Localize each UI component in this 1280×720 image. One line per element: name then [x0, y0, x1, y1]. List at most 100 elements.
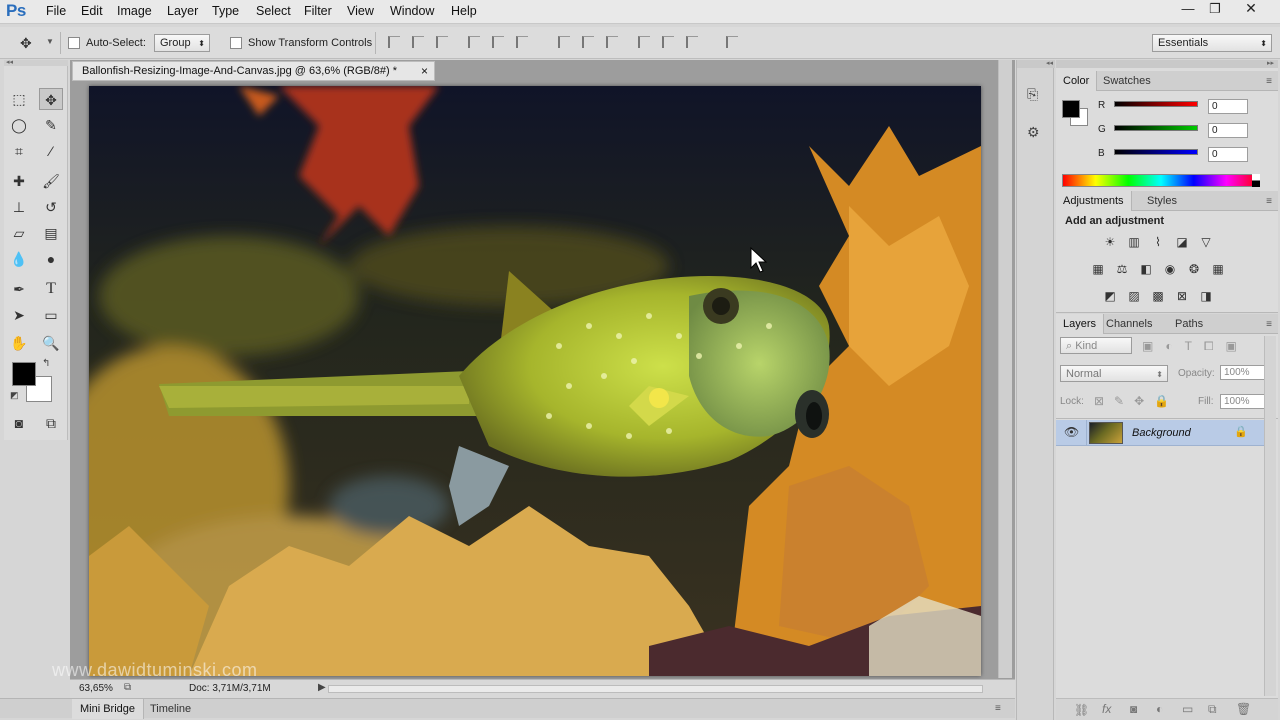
brush-tool-icon[interactable]: 🖌: [39, 170, 63, 192]
selective-color-icon[interactable]: ⊠: [1174, 289, 1190, 303]
tab-color[interactable]: Color: [1056, 71, 1098, 91]
tab-timeline[interactable]: Timeline: [142, 699, 199, 719]
distribute-top-icon[interactable]: [558, 36, 570, 48]
rectangular-marquee-tool-icon[interactable]: ⬚: [7, 88, 31, 110]
type-tool-icon[interactable]: T: [39, 278, 63, 300]
swap-colors-icon[interactable]: ↰: [42, 358, 50, 369]
menu-window[interactable]: Window: [390, 4, 434, 18]
properties-panel-icon[interactable]: ⚙: [1027, 124, 1040, 141]
auto-select-dropdown[interactable]: Group ⬍: [154, 34, 210, 52]
tab-channels[interactable]: Channels: [1099, 314, 1159, 334]
pen-tool-icon[interactable]: ✒: [7, 278, 31, 300]
threshold-icon[interactable]: ▩: [1150, 289, 1166, 303]
menu-view[interactable]: View: [347, 4, 374, 18]
fill-input[interactable]: 100%: [1220, 394, 1268, 409]
blur-tool-icon[interactable]: 💧: [7, 248, 31, 270]
g-slider[interactable]: [1114, 125, 1198, 131]
minimize-button[interactable]: —: [1175, 0, 1201, 18]
panel-menu-icon[interactable]: ≡: [1266, 319, 1272, 330]
tab-styles[interactable]: Styles: [1140, 191, 1184, 211]
menu-type[interactable]: Type: [212, 4, 239, 18]
menu-image[interactable]: Image: [117, 4, 152, 18]
collapse-arrows-icon[interactable]: ◂◂: [1017, 60, 1055, 68]
adjustment-layer-icon[interactable]: ◐: [1156, 702, 1163, 716]
layers-scrollbar[interactable]: [1264, 336, 1276, 696]
blend-mode-dropdown[interactable]: Normal ⬍: [1060, 365, 1168, 382]
close-button[interactable]: ✕: [1238, 0, 1264, 18]
align-bottom-icon[interactable]: [436, 36, 448, 48]
status-menu-arrow-icon[interactable]: ▶: [318, 682, 326, 693]
healing-brush-tool-icon[interactable]: ✚: [7, 170, 31, 192]
black-white-icon[interactable]: ◧: [1138, 262, 1154, 276]
screen-mode-icon[interactable]: ⧉: [39, 412, 63, 434]
hand-tool-icon[interactable]: ✋: [7, 332, 31, 354]
foreground-color-swatch[interactable]: [1062, 100, 1080, 118]
fx-icon[interactable]: fx: [1102, 702, 1111, 716]
distribute-left-icon[interactable]: [638, 36, 650, 48]
link-layers-icon[interactable]: ⛓: [1074, 703, 1089, 717]
clone-stamp-tool-icon[interactable]: ⊥: [7, 196, 31, 218]
tab-paths[interactable]: Paths: [1168, 314, 1210, 334]
tab-layers[interactable]: Layers: [1056, 314, 1105, 334]
eraser-tool-icon[interactable]: ▱: [7, 222, 31, 244]
distribute-right-icon[interactable]: [686, 36, 698, 48]
photo-filter-icon[interactable]: ◉: [1162, 262, 1178, 276]
quick-selection-tool-icon[interactable]: ✎: [39, 114, 63, 136]
trash-icon[interactable]: 🗑: [1236, 702, 1251, 716]
move-tool-preset-icon[interactable]: ✥: [20, 35, 32, 52]
auto-select-checkbox[interactable]: [68, 37, 80, 49]
curves-icon[interactable]: ⌇: [1150, 235, 1166, 249]
menu-help[interactable]: Help: [451, 4, 477, 18]
exposure-icon[interactable]: ◪: [1174, 235, 1190, 249]
tab-swatches[interactable]: Swatches: [1096, 71, 1158, 91]
move-tool-icon[interactable]: ✥: [39, 88, 63, 110]
eyedropper-tool-icon[interactable]: ⁄: [39, 140, 63, 162]
align-right-icon[interactable]: [516, 36, 528, 48]
b-slider[interactable]: [1114, 149, 1198, 155]
color-spectrum[interactable]: [1062, 174, 1260, 187]
zoom-level[interactable]: 63,65%: [79, 683, 113, 694]
eye-visibility-icon[interactable]: 👁: [1064, 425, 1079, 439]
new-group-icon[interactable]: ▭: [1182, 702, 1193, 716]
close-document-icon[interactable]: ×: [421, 62, 428, 80]
panel-menu-icon[interactable]: ≡: [1266, 196, 1272, 207]
invert-icon[interactable]: ◩: [1102, 289, 1118, 303]
menu-filter[interactable]: Filter: [304, 4, 332, 18]
align-left-icon[interactable]: [468, 36, 480, 48]
layer-name[interactable]: Background: [1132, 427, 1191, 439]
default-colors-icon[interactable]: ◩: [10, 390, 19, 401]
panel-menu-icon[interactable]: ≡: [1266, 76, 1272, 87]
lasso-tool-icon[interactable]: ◯: [7, 114, 31, 136]
distribute-vcenter-icon[interactable]: [582, 36, 594, 48]
lock-icons[interactable]: ⊠✎✥🔒: [1094, 394, 1179, 408]
document-image[interactable]: [89, 86, 981, 676]
restore-button[interactable]: ❐: [1202, 0, 1228, 18]
horizontal-scrollbar[interactable]: [328, 685, 983, 693]
history-panel-icon[interactable]: ⎘: [1027, 86, 1038, 103]
history-brush-tool-icon[interactable]: ↺: [39, 196, 63, 218]
align-vcenter-icon[interactable]: [412, 36, 424, 48]
vertical-scrollbar[interactable]: [998, 60, 1012, 678]
foreground-color-swatch[interactable]: [12, 362, 36, 386]
dodge-tool-icon[interactable]: ●: [39, 248, 63, 270]
tab-mini-bridge[interactable]: Mini Bridge: [72, 699, 145, 719]
chevron-down-icon[interactable]: ▼: [46, 37, 54, 46]
color-balance-icon[interactable]: ⚖: [1114, 262, 1130, 276]
workspace-switcher[interactable]: Essentials ⬍: [1152, 34, 1272, 52]
r-value-input[interactable]: 0: [1208, 99, 1248, 114]
brightness-contrast-icon[interactable]: ☀: [1102, 235, 1118, 249]
r-slider[interactable]: [1114, 101, 1198, 107]
tab-adjustments[interactable]: Adjustments: [1056, 191, 1132, 211]
rectangle-tool-icon[interactable]: ▭: [39, 304, 63, 326]
layer-filter-dropdown[interactable]: ⌕ Kind: [1060, 337, 1132, 354]
zoom-tool-icon[interactable]: 🔍: [39, 332, 63, 354]
layer-row-background[interactable]: 👁 Background 🔒: [1056, 420, 1264, 446]
hue-saturation-icon[interactable]: ▦: [1090, 262, 1106, 276]
document-tab[interactable]: Ballonfish-Resizing-Image-And-Canvas.jpg…: [72, 61, 435, 81]
distribute-bottom-icon[interactable]: [606, 36, 618, 48]
quick-mask-icon[interactable]: ◙: [7, 412, 31, 434]
align-top-icon[interactable]: [388, 36, 400, 48]
add-mask-icon[interactable]: ◙: [1130, 702, 1137, 716]
layer-filter-icons[interactable]: ▣◐T⧠▣: [1142, 339, 1249, 354]
distribute-hcenter-icon[interactable]: [662, 36, 674, 48]
